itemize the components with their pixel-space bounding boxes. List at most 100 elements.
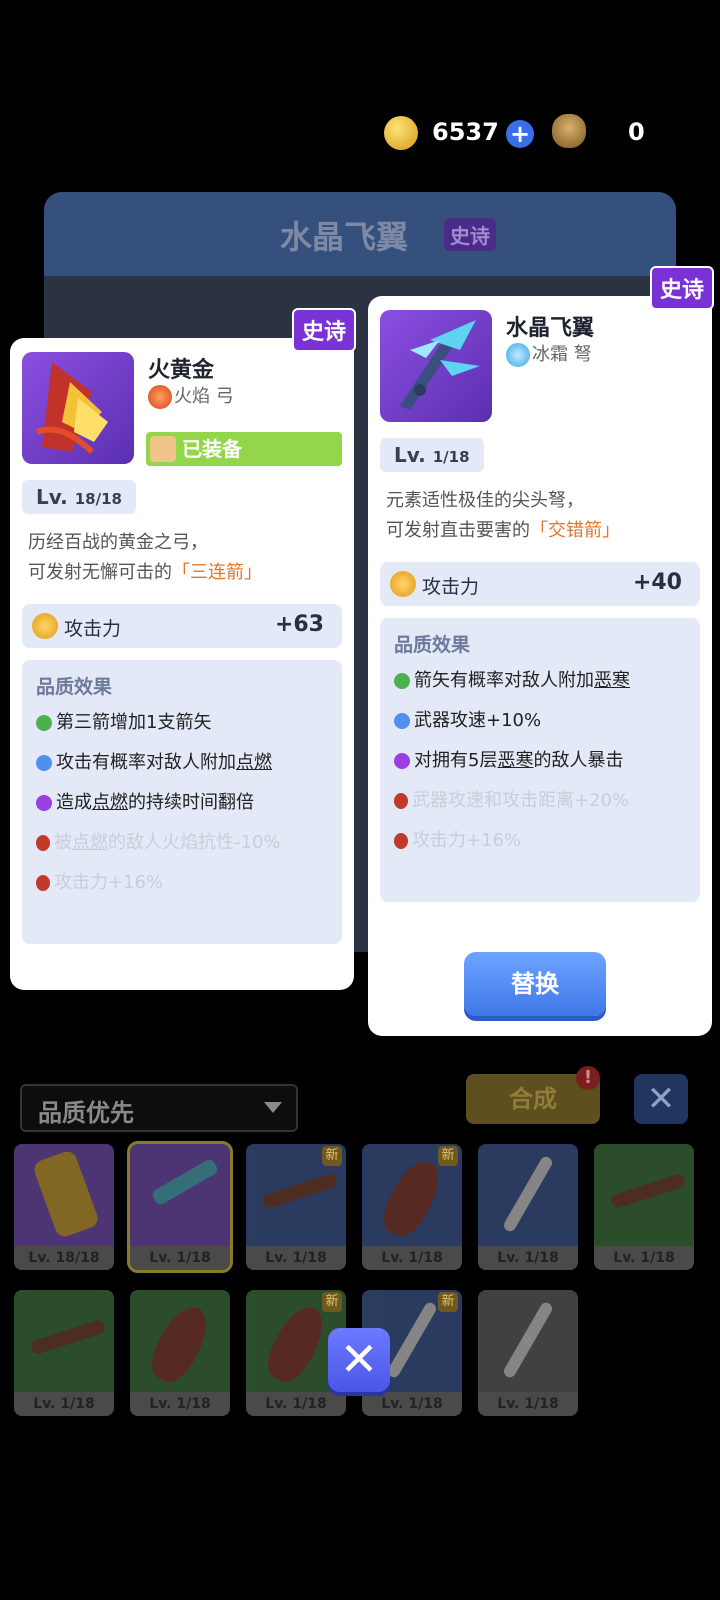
quality-effect-row: 攻击力+16%	[394, 826, 521, 852]
new-badge: 新	[322, 1146, 342, 1166]
item-art	[478, 1290, 578, 1392]
effect-text: 武器攻速+10%	[414, 710, 542, 731]
effect-text: 武器攻速和攻击距离+20%	[412, 790, 630, 811]
crossbow-icon	[261, 1172, 339, 1210]
inventory-item-crossbow-ice[interactable]: Lv. 1/18	[127, 1141, 233, 1273]
club-icon	[375, 1153, 449, 1243]
alert-icon: !	[576, 1066, 600, 1090]
effect-text: 第三箭增加1支箭矢	[56, 712, 212, 733]
quality-effect-row: 箭矢有概率对敌人附加恶寒	[394, 666, 630, 692]
hero-avatar-icon	[150, 436, 176, 462]
inventory-item-crossbow[interactable]: Lv. 1/18	[14, 1290, 114, 1416]
effect-text: 攻击力+16%	[54, 872, 164, 893]
rarity-badge: 史诗	[649, 266, 714, 310]
item-level: Lv. 1/18	[478, 1246, 578, 1270]
inventory-item-daggers[interactable]: Lv. 1/18	[478, 1290, 578, 1416]
crossbow-icon	[29, 1318, 107, 1356]
effect-text: 恶寒	[594, 670, 630, 691]
attack-icon	[390, 571, 416, 597]
candidate-weapon-card: 史诗 水晶飞翼 冰霜 弩 Lv. 1/18 元素适性极佳的尖头弩， 可发射直击要…	[368, 266, 714, 1036]
effect-text: 点燃	[92, 792, 128, 813]
level-box: Lv. 1/18	[380, 438, 484, 472]
desc-text: 可发射直击要害的	[386, 520, 530, 541]
quality-effect-row: 造成点燃的持续时间翻倍	[36, 788, 254, 814]
close-panel-button[interactable]: ✕	[634, 1074, 688, 1124]
inventory-item-club[interactable]: Lv. 1/18	[130, 1290, 230, 1416]
replace-button[interactable]: 替换	[464, 952, 606, 1016]
item-art	[478, 1144, 578, 1246]
quality-effect-row: 武器攻速和攻击距离+20%	[394, 786, 629, 812]
sort-dropdown[interactable]: 品质优先	[20, 1084, 298, 1132]
inventory-item-club[interactable]: Lv. 1/18 新	[362, 1144, 462, 1270]
weapon-element: 冰霜 弩	[506, 340, 592, 367]
item-level: Lv. 1/18	[594, 1246, 694, 1270]
lock-icon	[36, 835, 50, 851]
skill-highlight: 「三连箭」	[172, 562, 262, 583]
lock-icon	[36, 875, 50, 891]
item-level: Lv. 1/18	[246, 1246, 346, 1270]
equipped-label: 已装备	[182, 437, 242, 461]
effect-text: 的持续时间翻倍	[128, 792, 254, 813]
effect-text: 造成	[56, 792, 92, 813]
coin-icon	[384, 116, 418, 150]
crossbow-ice-icon	[150, 1157, 220, 1207]
effect-text: 恶寒	[497, 750, 534, 771]
effect-text: 的敌人火焰抗性-10%	[108, 832, 281, 853]
desc-line-1: 元素适性极佳的尖头弩，	[386, 490, 584, 511]
item-art	[130, 1144, 230, 1246]
quality-effects-panel: 品质效果 箭矢有概率对敌人附加恶寒 武器攻速+10% 对拥有5层恶寒的敌人暴击 武器攻…	[380, 618, 700, 902]
item-level: Lv. 1/18	[14, 1392, 114, 1416]
effect-text: 对拥有5层	[414, 750, 498, 771]
close-compare-button[interactable]: ✕	[328, 1328, 390, 1392]
level-value: 1/18	[432, 448, 470, 466]
attack-icon	[32, 613, 58, 639]
attack-stat-row: 攻击力 +63	[22, 604, 342, 648]
effect-text: 攻击力+16%	[412, 830, 522, 851]
quality-effect-row: 攻击有概率对敌人附加点燃	[36, 748, 272, 774]
level-value: 18/18	[74, 490, 122, 508]
skill-highlight: 「交错箭」	[530, 520, 620, 541]
attack-value: +63	[274, 612, 324, 637]
lock-icon	[394, 793, 408, 809]
bow-gold-icon	[31, 1148, 101, 1240]
element-label: 火焰	[174, 386, 210, 407]
level-box: Lv. 18/18	[22, 480, 136, 514]
inventory-item-crossbow[interactable]: Lv. 1/18	[594, 1144, 694, 1270]
effect-dot-icon	[36, 715, 52, 731]
item-art	[594, 1144, 694, 1246]
new-badge: 新	[322, 1292, 342, 1312]
effect-text: 点燃	[72, 832, 108, 853]
effect-dot-icon	[394, 713, 410, 729]
attack-stat-row: 攻击力 +40	[380, 562, 700, 606]
effect-dot-icon	[36, 755, 52, 771]
item-level: Lv. 1/18	[362, 1392, 462, 1416]
desc-text: 可发射无懈可击的	[28, 562, 172, 583]
daggers-icon	[385, 1300, 439, 1380]
attack-label: 攻击力	[422, 576, 480, 598]
quality-effects-panel: 品质效果 第三箭增加1支箭矢 攻击有概率对敌人附加点燃 造成点燃的持续时间翻倍 被点燃…	[22, 660, 342, 944]
club-icon	[143, 1299, 217, 1389]
fire-element-icon	[148, 385, 172, 409]
equipped-bar: 已装备	[146, 432, 342, 466]
item-level: Lv. 1/18	[246, 1392, 346, 1416]
inventory-item-daggers[interactable]: Lv. 1/18	[478, 1144, 578, 1270]
crossbow-icon	[609, 1172, 687, 1210]
effects-title: 品质效果	[36, 676, 113, 698]
rarity-badge: 史诗	[291, 308, 356, 352]
add-coins-button[interactable]: +	[506, 120, 534, 148]
daggers-icon	[501, 1154, 555, 1234]
effect-dot-icon	[394, 753, 410, 769]
club-icon	[259, 1299, 333, 1389]
weapon-thumbnail	[380, 310, 492, 422]
inventory-item-bow-gold[interactable]: Lv. 18/18	[14, 1144, 114, 1270]
background-panel-title: 水晶飞翼	[280, 218, 409, 256]
new-badge: 新	[438, 1146, 458, 1166]
bag-count: 0	[628, 118, 645, 146]
daggers-icon	[501, 1300, 555, 1380]
quality-effect-row: 对拥有5层恶寒的敌人暴击	[394, 746, 623, 772]
effect-text: 攻击有概率对敌人附加	[56, 752, 236, 773]
inventory-item-crossbow[interactable]: Lv. 1/18 新	[246, 1144, 346, 1270]
weapon-description: 元素适性极佳的尖头弩， 可发射直击要害的「交错箭」	[386, 486, 620, 546]
item-level: Lv. 1/18	[130, 1246, 230, 1270]
item-art	[14, 1144, 114, 1246]
